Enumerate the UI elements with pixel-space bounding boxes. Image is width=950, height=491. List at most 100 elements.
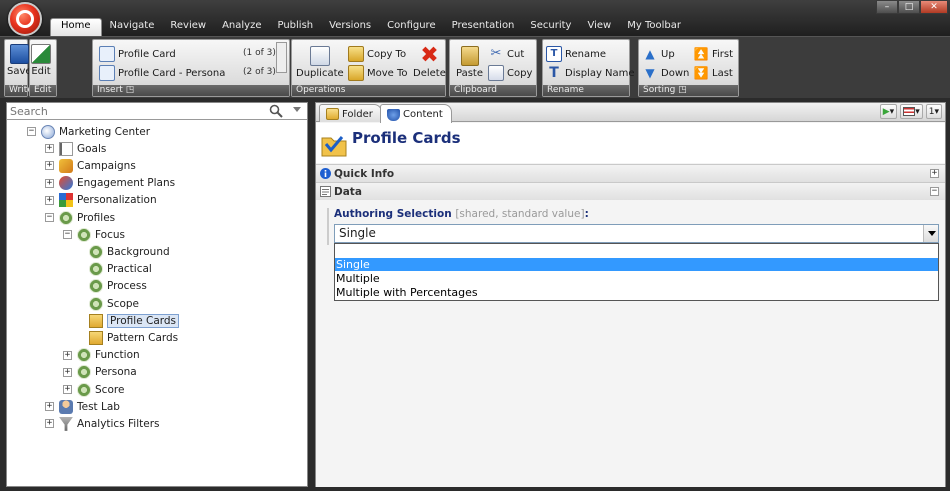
save-button[interactable]: Save: [7, 44, 32, 77]
dropdown-option-single[interactable]: Single: [335, 258, 938, 271]
maximize-button[interactable]: □: [898, 0, 920, 14]
search-input[interactable]: [7, 103, 269, 119]
tab-review[interactable]: Review: [162, 18, 214, 36]
tab-home[interactable]: Home: [50, 18, 102, 36]
engagement-icon: [59, 176, 73, 191]
close-window-button[interactable]: ✕: [920, 0, 948, 14]
sort-up-button[interactable]: ▲ Up: [642, 46, 674, 62]
tab-navigate[interactable]: Navigate: [102, 18, 163, 36]
tree-node-label: Analytics Filters: [77, 417, 160, 430]
tree-node-label: Goals: [77, 142, 107, 155]
campaign-icon: [59, 158, 73, 173]
expand-icon[interactable]: +: [45, 195, 54, 205]
tab-analyze[interactable]: Analyze: [214, 18, 269, 36]
paste-label: Paste: [456, 68, 483, 79]
tree-node[interactable]: + Personalization: [45, 192, 157, 209]
insert-profile-card-persona-button[interactable]: Profile Card - Persona: [99, 65, 225, 81]
tab-content[interactable]: Content: [380, 104, 452, 123]
tab-presentation[interactable]: Presentation: [444, 18, 523, 36]
collapse-icon[interactable]: −: [45, 213, 54, 222]
tree-node[interactable]: + Engagement Plans: [45, 175, 175, 192]
tab-security[interactable]: Security: [522, 18, 579, 36]
tab-folder[interactable]: Folder: [319, 104, 382, 122]
tree-node[interactable]: + Analytics Filters: [45, 415, 160, 432]
expand-toggle-icon[interactable]: +: [930, 169, 939, 178]
search-box: [7, 103, 307, 120]
rename-button[interactable]: T Rename: [546, 46, 606, 62]
insert-profile-card-button[interactable]: Profile Card: [99, 46, 176, 62]
filter-icon: [59, 416, 73, 431]
expand-icon[interactable]: +: [45, 144, 54, 154]
tree-node-label: Profile Cards: [107, 313, 180, 328]
group-clipboard-label: Clipboard: [450, 85, 536, 96]
tree-node[interactable]: Process: [89, 278, 147, 295]
expand-icon[interactable]: +: [63, 367, 72, 377]
tree-node[interactable]: + Score: [63, 381, 124, 398]
sort-last-button[interactable]: ⏬ Last: [693, 65, 733, 81]
group-clipboard: Paste ✂ Cut Copy Clipboard: [449, 39, 537, 97]
insert-gallery-scroller[interactable]: [276, 42, 287, 73]
tree-node[interactable]: − Focus: [63, 226, 125, 243]
dropdown-option-multiple[interactable]: Multiple: [335, 272, 938, 285]
copy-to-button[interactable]: Copy To: [348, 46, 406, 62]
tree-node[interactable]: + Campaigns: [45, 157, 136, 174]
expand-icon[interactable]: +: [63, 350, 72, 360]
minimize-button[interactable]: –: [876, 0, 898, 14]
tree-node[interactable]: + Function: [63, 347, 140, 364]
tree-node[interactable]: + Test Lab: [45, 398, 120, 415]
tree-node-label: Test Lab: [77, 400, 120, 413]
tree-node[interactable]: Practical: [89, 261, 152, 278]
tree-node[interactable]: Profile Cards: [89, 312, 180, 329]
tab-my-toolbar[interactable]: My Toolbar: [619, 18, 689, 36]
collapse-icon[interactable]: −: [27, 127, 36, 136]
field-label-text: Authoring Selection: [334, 208, 452, 220]
tree-node-label: Function: [95, 349, 140, 362]
expand-icon[interactable]: +: [45, 419, 54, 429]
tree-node-label: Campaigns: [77, 159, 136, 172]
flag-us-icon: [903, 107, 916, 116]
data-section-body: Authoring Selection [shared, standard va…: [316, 200, 945, 487]
data-section-header[interactable]: Data −: [316, 182, 945, 200]
tab-configure[interactable]: Configure: [379, 18, 443, 36]
tree-node[interactable]: Scope: [89, 295, 139, 312]
app-orb-button[interactable]: [8, 2, 42, 36]
duplicate-button[interactable]: Duplicate: [296, 46, 344, 79]
chevron-down-icon[interactable]: [923, 225, 938, 242]
navigate-button[interactable]: ▶ ▾: [879, 104, 898, 119]
display-name-button[interactable]: T Display Name: [546, 65, 634, 81]
expand-icon[interactable]: +: [63, 385, 72, 394]
collapse-icon[interactable]: −: [63, 230, 72, 240]
dropdown-options-list: Single Multiple Multiple with Percentage…: [334, 243, 939, 301]
group-insert: Profile Card (1 of 3) Profile Card - Per…: [92, 39, 290, 97]
sort-first-button[interactable]: ⏫ First: [693, 46, 734, 62]
expand-icon[interactable]: +: [45, 402, 54, 412]
tree-node[interactable]: − Profiles: [45, 209, 115, 226]
copy-button[interactable]: Copy: [488, 65, 532, 81]
tab-view[interactable]: View: [579, 18, 619, 36]
tree-node[interactable]: + Persona: [63, 364, 137, 381]
tab-versions[interactable]: Versions: [321, 18, 379, 36]
tab-publish[interactable]: Publish: [269, 18, 321, 36]
search-icon[interactable]: [269, 104, 283, 118]
authoring-selection-dropdown[interactable]: Single: [334, 224, 939, 243]
search-options-chevron-icon[interactable]: [293, 107, 301, 112]
tree-node[interactable]: + Goals: [45, 140, 106, 157]
move-to-button[interactable]: Move To: [348, 65, 408, 81]
cut-button[interactable]: ✂ Cut: [488, 46, 525, 62]
expand-icon[interactable]: +: [45, 178, 54, 188]
quick-info-section-header[interactable]: Quick Info +: [316, 164, 945, 182]
edit-button[interactable]: Edit: [31, 44, 51, 77]
dropdown-option-multiple-percentages[interactable]: Multiple with Percentages: [335, 286, 938, 299]
version-button[interactable]: 1 ▾: [925, 104, 942, 119]
tree-node[interactable]: Background: [89, 243, 170, 260]
tree-node[interactable]: − Marketing Center: [27, 123, 150, 140]
sort-down-button[interactable]: ▼ Down: [642, 65, 689, 81]
flag-icon: [59, 141, 73, 156]
tree-node[interactable]: Pattern Cards: [89, 329, 178, 346]
cut-label: Cut: [507, 48, 525, 60]
paste-button[interactable]: Paste: [456, 46, 483, 79]
expand-icon[interactable]: +: [45, 161, 54, 171]
delete-button[interactable]: ✖ Delete: [413, 45, 446, 80]
language-button[interactable]: ▾: [900, 104, 923, 119]
collapse-toggle-icon[interactable]: −: [930, 187, 939, 196]
